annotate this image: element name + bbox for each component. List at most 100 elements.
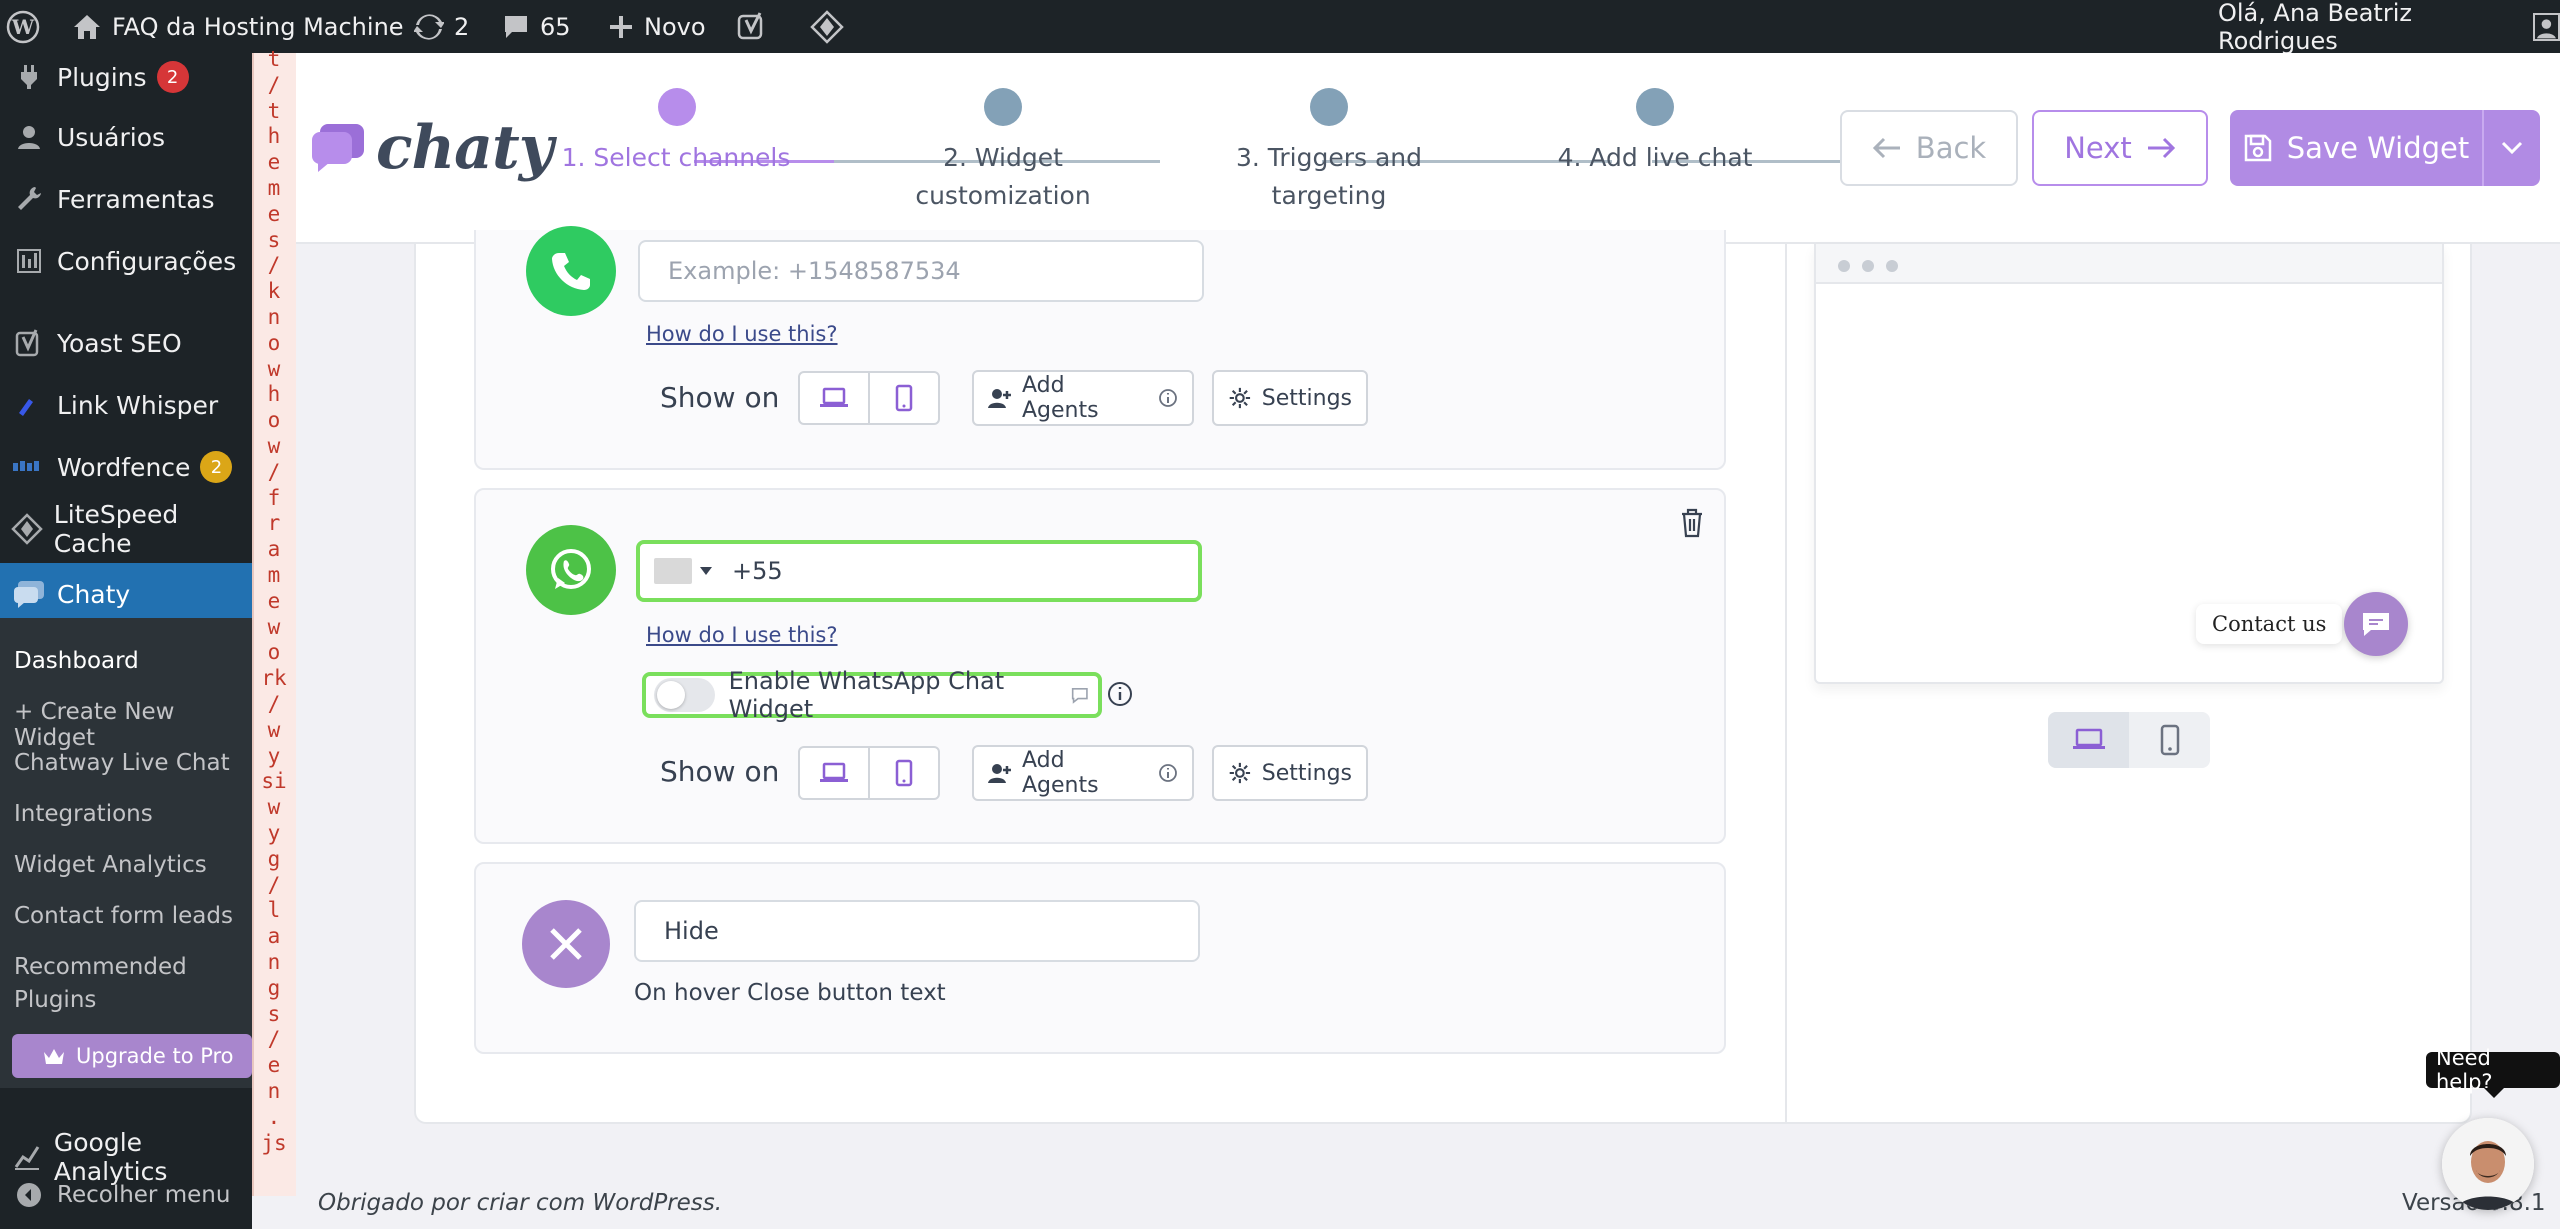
site-name-link[interactable]: FAQ da Hosting Machine bbox=[72, 0, 404, 53]
path-char: / bbox=[267, 459, 281, 484]
phone-number-input[interactable]: Example: +1548587534 bbox=[638, 240, 1204, 302]
path-char: e bbox=[267, 588, 281, 613]
updates-link[interactable]: 2 bbox=[414, 0, 469, 53]
submenu-contact-leads[interactable]: Contact form leads bbox=[14, 903, 233, 929]
wordfence-icon bbox=[0, 457, 57, 477]
path-char: e bbox=[267, 1053, 281, 1078]
back-button[interactable]: Back bbox=[1840, 110, 2018, 186]
close-button-caption: On hover Close button text bbox=[634, 980, 946, 1006]
whatsapp-settings-button[interactable]: Settings bbox=[1212, 745, 1368, 801]
desktop-toggle[interactable] bbox=[800, 748, 868, 798]
whatsapp-add-agents-button[interactable]: Add Agents bbox=[972, 745, 1194, 801]
sidebar-item-label: LiteSpeed Cache bbox=[53, 500, 179, 558]
sidebar-item-plugins[interactable]: Plugins 2 bbox=[0, 49, 252, 105]
add-user-icon bbox=[988, 389, 1011, 408]
step-1-dot[interactable] bbox=[658, 88, 696, 126]
whatsapp-widget-toggle[interactable] bbox=[654, 678, 715, 712]
sidebar-item-label: Configurações bbox=[57, 246, 237, 276]
sidebar-item-label: Wordfence bbox=[57, 452, 191, 482]
delete-channel-icon[interactable] bbox=[1680, 508, 1704, 542]
preview-desktop-toggle[interactable] bbox=[2048, 712, 2129, 768]
path-char: o bbox=[267, 640, 281, 665]
step-4-dot[interactable] bbox=[1636, 88, 1674, 126]
phone-show-on-label: Show on bbox=[660, 381, 780, 414]
yoast-icon bbox=[0, 328, 57, 358]
preview-contact-label: Contact us bbox=[2196, 604, 2343, 644]
submenu-integrations[interactable]: Integrations bbox=[14, 801, 153, 827]
whatsapp-help-link[interactable]: How do I use this? bbox=[646, 623, 838, 647]
submenu-create-widget[interactable]: + Create New Widget bbox=[14, 699, 252, 751]
sidebar-item-usuarios[interactable]: Usuários bbox=[0, 109, 252, 165]
preview-mobile-toggle[interactable] bbox=[2129, 712, 2210, 768]
sidebar-item-litespeed-cache[interactable]: LiteSpeed Cache bbox=[0, 500, 252, 558]
phone-help-link[interactable]: How do I use this? bbox=[646, 322, 838, 346]
path-char: / bbox=[267, 1027, 281, 1052]
path-char: js bbox=[261, 1130, 287, 1155]
wrench-icon bbox=[0, 185, 57, 213]
whatsapp-toggle-info-icon[interactable] bbox=[1106, 680, 1134, 712]
step-3-label[interactable]: 3. Triggers and targeting bbox=[1209, 139, 1449, 215]
submenu-recommended[interactable]: Recommended bbox=[14, 954, 187, 980]
wordpress-logo-icon[interactable]: W bbox=[6, 0, 40, 53]
path-char: f bbox=[267, 485, 281, 510]
sidebar-item-configuracoes[interactable]: Configurações bbox=[0, 233, 252, 289]
path-char: e bbox=[267, 150, 281, 175]
path-char: h bbox=[267, 124, 281, 149]
next-button[interactable]: Next bbox=[2032, 110, 2208, 186]
info-icon bbox=[1159, 389, 1177, 407]
arrow-left-icon bbox=[1872, 137, 1900, 159]
step-4-label[interactable]: 4. Add live chat bbox=[1535, 139, 1775, 177]
info-icon bbox=[1159, 764, 1177, 782]
submenu-plugins[interactable]: Plugins bbox=[14, 987, 96, 1013]
path-char: e bbox=[267, 201, 281, 226]
sidebar-item-label: Chaty bbox=[57, 579, 131, 609]
mobile-icon bbox=[2160, 724, 2179, 756]
support-avatar[interactable] bbox=[2442, 1118, 2534, 1210]
svg-text:W: W bbox=[11, 15, 35, 39]
sidebar-item-wordfence[interactable]: Wordfence 2 bbox=[0, 439, 252, 495]
account-menu[interactable]: Olá, Ana Beatriz Rodrigues bbox=[2218, 0, 2560, 55]
litespeed-bar-icon[interactable] bbox=[810, 0, 844, 53]
save-options-dropdown[interactable] bbox=[2482, 110, 2540, 186]
sidebar-item-ferramentas[interactable]: Ferramentas bbox=[0, 171, 252, 227]
new-content-link[interactable]: Novo bbox=[608, 0, 706, 53]
whatsapp-widget-toggle-row[interactable]: Enable WhatsApp Chat Widget bbox=[642, 667, 1102, 723]
mobile-toggle[interactable] bbox=[868, 748, 938, 798]
admin-sidebar: Plugins 2 Usuários Ferramentas Configura… bbox=[0, 53, 252, 1229]
phone-settings-button[interactable]: Settings bbox=[1212, 370, 1368, 426]
add-user-icon bbox=[988, 764, 1011, 783]
close-button-text-input[interactable]: Hide bbox=[634, 900, 1200, 962]
sidebar-item-link-whisper[interactable]: Link Whisper bbox=[0, 377, 252, 433]
plugin-icon bbox=[0, 63, 57, 91]
country-flag-selector[interactable] bbox=[654, 558, 712, 584]
preview-chat-bubble[interactable] bbox=[2344, 592, 2408, 656]
whatsapp-icon bbox=[526, 525, 616, 615]
sidebar-item-label: Link Whisper bbox=[57, 390, 219, 420]
path-char: t bbox=[267, 47, 281, 71]
chat-icon bbox=[0, 579, 57, 609]
upgrade-to-pro-button[interactable]: Upgrade to Pro bbox=[12, 1034, 252, 1078]
path-char: g bbox=[267, 846, 281, 871]
plus-icon bbox=[610, 15, 632, 38]
phone-device-selector bbox=[798, 371, 940, 425]
comments-link[interactable]: 65 bbox=[502, 0, 571, 53]
mobile-toggle[interactable] bbox=[868, 373, 938, 423]
submenu-dashboard[interactable]: Dashboard bbox=[14, 648, 139, 674]
save-widget-button[interactable]: Save Widget bbox=[2230, 110, 2482, 186]
whatsapp-number-input[interactable]: +55 bbox=[636, 540, 1202, 602]
gear-icon bbox=[1229, 387, 1251, 409]
step-3-dot[interactable] bbox=[1310, 88, 1348, 126]
sidebar-item-collapse[interactable]: Recolher menu bbox=[0, 1167, 252, 1223]
step-2-dot[interactable] bbox=[984, 88, 1022, 126]
submenu-widget-analytics[interactable]: Widget Analytics bbox=[14, 852, 207, 878]
submenu-chatway[interactable]: Chatway Live Chat bbox=[14, 750, 230, 776]
phone-add-agents-button[interactable]: Add Agents bbox=[972, 370, 1194, 426]
step-2-label[interactable]: 2. Widget customization bbox=[883, 139, 1123, 215]
path-char: n bbox=[267, 950, 281, 974]
step-1-label[interactable]: 1. Select channels bbox=[556, 139, 796, 177]
sidebar-item-chaty[interactable]: Chaty bbox=[0, 563, 252, 625]
desktop-toggle[interactable] bbox=[800, 373, 868, 423]
laptop-icon bbox=[820, 387, 848, 407]
sidebar-item-yoast-seo[interactable]: Yoast SEO bbox=[0, 315, 252, 371]
yoast-bar-icon[interactable] bbox=[736, 0, 768, 53]
